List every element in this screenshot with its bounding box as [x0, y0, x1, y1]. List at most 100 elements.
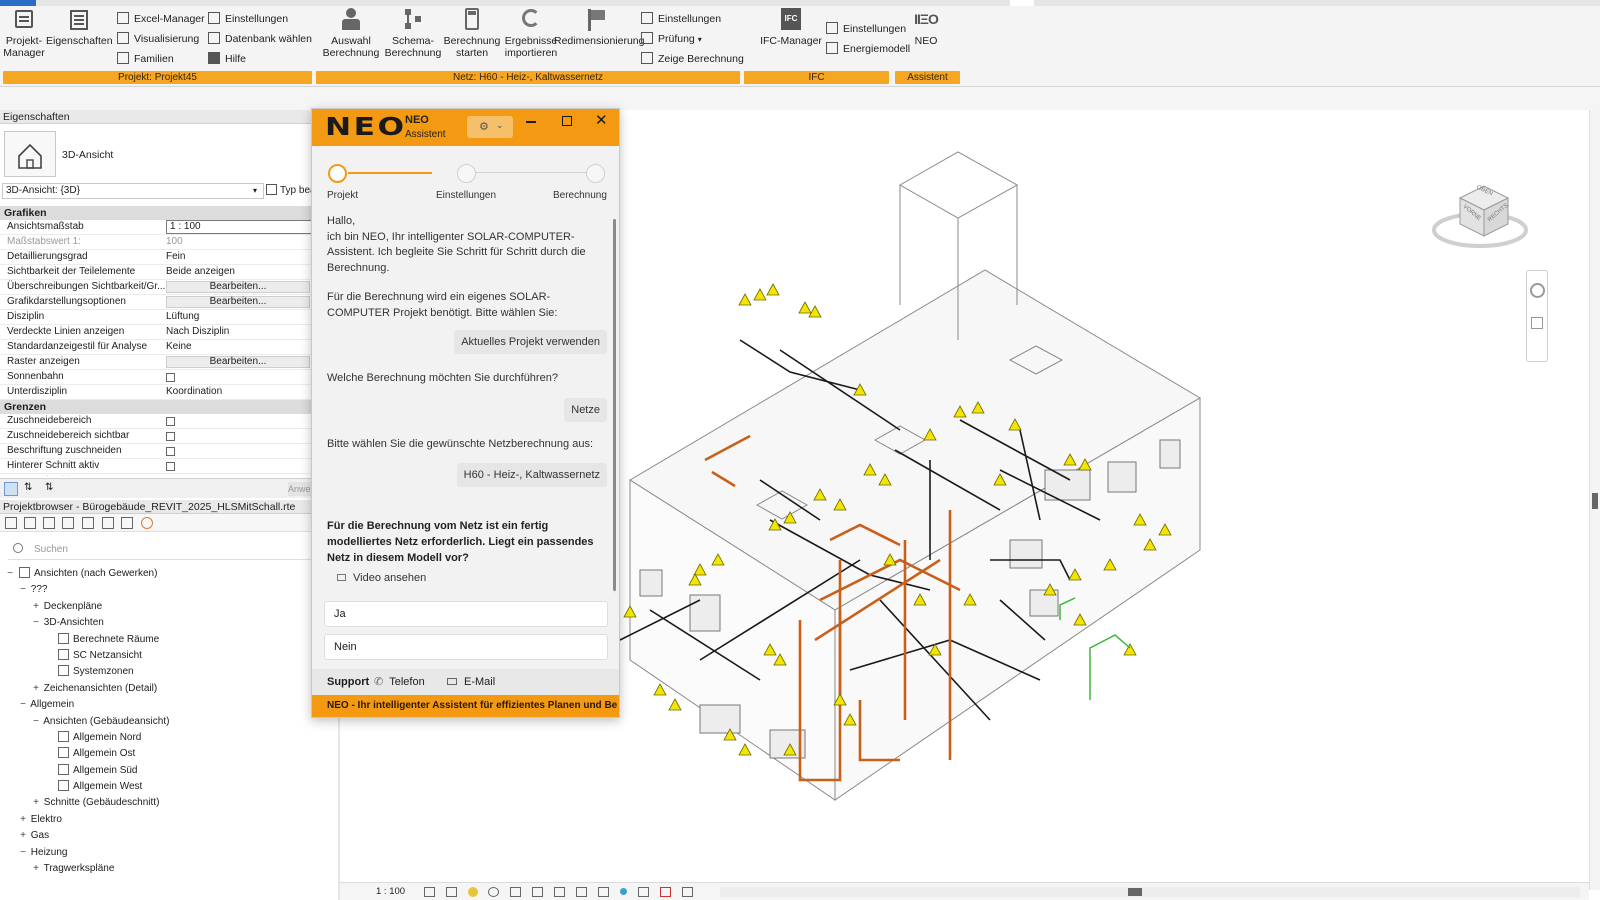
zoom-region-icon[interactable] [1531, 317, 1543, 329]
property-checkbox[interactable] [166, 432, 175, 441]
collapse-icon[interactable]: − [18, 845, 28, 861]
phone-link[interactable]: ✆ Telefon [374, 669, 425, 695]
property-value[interactable]: Nach Disziplin [166, 325, 316, 339]
pruefung-button[interactable]: Prüfung ▾ [641, 30, 702, 48]
eigenschaften-button[interactable]: Eigenschaften [46, 6, 113, 47]
worksharing-icon[interactable] [660, 887, 671, 897]
sheet-icon[interactable] [102, 517, 114, 529]
analytical-model-icon[interactable] [620, 888, 627, 895]
property-checkbox[interactable] [166, 462, 175, 471]
property-input[interactable]: 1 : 100 [166, 220, 316, 234]
choice-nein[interactable]: Nein [324, 634, 608, 660]
view-icon[interactable] [121, 517, 133, 529]
view-scale[interactable]: 1 : 100 [376, 886, 405, 897]
edit-type-button[interactable]: Typ bea [266, 183, 316, 199]
einstellungen-projekt-button[interactable]: Einstellungen [208, 10, 288, 28]
tree-item[interactable]: Allgemein Nord [0, 730, 340, 746]
collapse-icon[interactable]: − [5, 566, 15, 582]
property-edit-button[interactable]: Bearbeiten... [166, 296, 310, 308]
tree-item[interactable]: − ??? [0, 582, 340, 598]
neo-settings-dropdown[interactable]: ⚙ ⌄ [467, 116, 513, 138]
tree-item[interactable]: + Gas [0, 828, 340, 844]
property-edit-button[interactable]: Bearbeiten... [166, 356, 310, 368]
property-value[interactable]: Keine [166, 340, 316, 354]
tree-item[interactable]: Allgemein West [0, 779, 340, 795]
view-scrollbar-horizontal-thumb[interactable] [1128, 888, 1142, 896]
close-icon[interactable]: ✕ [595, 111, 608, 129]
familien-button[interactable]: Familien [117, 50, 174, 68]
tree-item[interactable]: Berechnete Räume [0, 632, 340, 648]
property-value[interactable]: Fein [166, 250, 316, 264]
stepper-step-projekt[interactable] [328, 164, 347, 183]
view-scrollbar-horizontal[interactable] [720, 887, 1580, 897]
reveal-hidden-icon[interactable] [598, 887, 609, 897]
tree-item[interactable]: + Tragwerkspläne [0, 861, 340, 877]
property-value[interactable]: Koordination [166, 385, 316, 399]
expand-icon[interactable]: + [18, 828, 28, 844]
zeige-berechnung-button[interactable]: Zeige Berechnung [641, 50, 744, 68]
constraints-icon[interactable] [682, 887, 693, 897]
tree-item[interactable]: Allgemein Ost [0, 746, 340, 762]
tree-item[interactable]: SC Netzansicht [0, 648, 340, 664]
tree-item[interactable]: + Elektro [0, 812, 340, 828]
berechnung-starten-button[interactable]: Berechnung starten [440, 6, 504, 59]
tree-item[interactable]: Systemzonen [0, 664, 340, 680]
collapse-icon[interactable]: − [31, 714, 41, 730]
email-link[interactable]: E-Mail [447, 669, 495, 695]
collapse-icon[interactable]: − [31, 615, 41, 631]
view-scrollbar-vertical[interactable] [1589, 110, 1600, 890]
video-link[interactable]: Video ansehen [337, 572, 426, 584]
highlight-icon[interactable] [638, 887, 649, 897]
datenbank-button[interactable]: Datenbank wählen [208, 30, 312, 48]
redimensionierung-button[interactable]: Redimensionierung [554, 6, 644, 47]
sort-descending-icon[interactable]: ⇅ [45, 482, 53, 493]
link-icon[interactable] [141, 517, 153, 529]
crop-icon[interactable] [510, 887, 521, 897]
property-value[interactable]: Lüftung [166, 310, 316, 324]
sun-path-icon[interactable] [468, 887, 478, 897]
minimize-icon[interactable] [526, 121, 536, 123]
properties-section-header[interactable]: Grafiken [0, 206, 318, 220]
collapse-icon[interactable]: − [18, 697, 28, 713]
view-type-selector[interactable]: 3D-Ansicht: {3D} ▾ [2, 183, 264, 199]
hilfe-button[interactable]: Hilfe [208, 50, 246, 68]
einstellungen-ifc-button[interactable]: Einstellungen [826, 20, 906, 38]
lock-icon[interactable] [554, 887, 565, 897]
view-cube[interactable]: OBEN VORNE RECHTS [1428, 168, 1528, 258]
choice-ja[interactable]: Ja [324, 601, 608, 627]
visualisierung-button[interactable]: Visualisierung [117, 30, 199, 48]
auswahl-berechnung-button[interactable]: Auswahl Berechnung [319, 6, 383, 59]
tree-item[interactable]: Allgemein Süd [0, 763, 340, 779]
detail-level-icon[interactable] [424, 887, 435, 897]
neo-ribbon-button[interactable]: IIΞO NEO [903, 6, 949, 47]
shadows-icon[interactable] [488, 887, 499, 897]
stepper-step-berechnung[interactable] [586, 164, 605, 183]
property-checkbox[interactable] [166, 417, 175, 426]
ifc-manager-button[interactable]: IFC IFC-Manager [755, 6, 827, 47]
tree-item[interactable]: − Allgemein [0, 697, 340, 713]
neo-chat-scrollbar-thumb[interactable] [613, 219, 616, 591]
filter-icon[interactable] [43, 517, 55, 529]
maximize-icon[interactable] [562, 116, 572, 126]
collapse-icon[interactable]: − [18, 582, 28, 598]
expand-icon[interactable]: + [31, 795, 41, 811]
property-checkbox[interactable] [166, 447, 175, 456]
visual-style-icon[interactable] [446, 887, 457, 897]
expand-icon[interactable]: + [31, 599, 41, 615]
stepper-step-einstellungen[interactable] [457, 164, 476, 183]
steering-wheel-icon[interactable] [1530, 283, 1545, 298]
tree-item[interactable]: − Ansichten (nach Gewerken) [0, 566, 340, 582]
energiemodell-button[interactable]: Energiemodell [826, 40, 910, 58]
tree-item[interactable]: − Ansichten (Gebäudeansicht) [0, 714, 340, 730]
crop-visible-icon[interactable] [532, 887, 543, 897]
properties-section-header[interactable]: Grenzen [0, 400, 318, 414]
schema-berechnung-button[interactable]: Schema- Berechnung [381, 6, 445, 59]
neo-chat-scrollbar[interactable] [613, 219, 616, 593]
browser-search[interactable]: Suchen [8, 540, 330, 560]
tree-item[interactable]: − Heizung [0, 845, 340, 861]
temporary-hide-icon[interactable] [576, 887, 587, 897]
sort-ascending-icon[interactable]: ⇅ [24, 482, 32, 493]
excel-manager-button[interactable]: Excel-Manager [117, 10, 205, 28]
tree-item[interactable]: + Zeichenansichten (Detail) [0, 681, 340, 697]
einstellungen-netz-button[interactable]: Einstellungen [641, 10, 721, 28]
